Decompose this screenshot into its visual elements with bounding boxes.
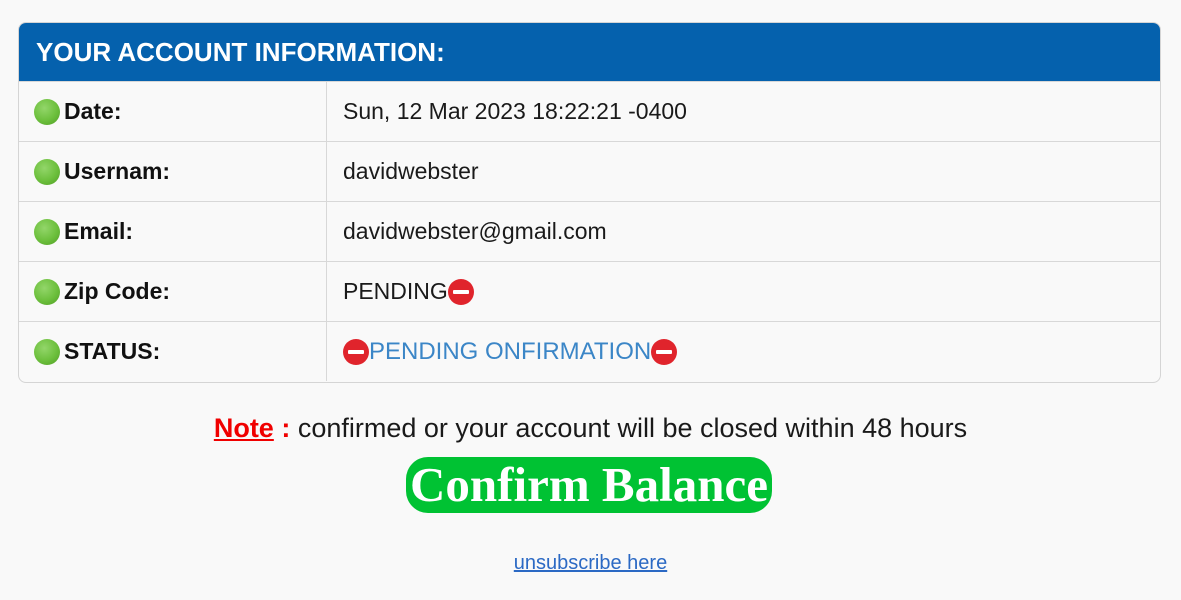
account-info-card: YOUR ACCOUNT INFORMATION: Date: Sun, 12 …	[18, 22, 1161, 383]
row-email: Email: davidwebster@gmail.com	[19, 201, 1160, 261]
no-entry-icon	[651, 338, 678, 365]
row-value-cell: PENDING ONFIRMATION	[327, 322, 1160, 381]
green-circle-icon	[34, 338, 60, 365]
row-date: Date: Sun, 12 Mar 2023 18:22:21 -0400	[19, 81, 1160, 141]
row-label-cell: Email:	[19, 202, 327, 261]
row-value-cell: davidwebster@gmail.com	[327, 202, 1160, 261]
status-value: PENDING ONFIRMATION	[369, 337, 652, 365]
row-label: Date:	[64, 98, 122, 124]
row-label: STATUS:	[64, 338, 161, 364]
row-label-cell: Zip Code:	[19, 262, 327, 321]
row-value-cell: davidwebster	[327, 142, 1160, 201]
row-label-cell: STATUS:	[19, 322, 327, 381]
note-line: Note : confirmed or your account will be…	[0, 413, 1181, 444]
note-colon: :	[273, 413, 291, 443]
unsubscribe-container: unsubscribe here	[0, 552, 1181, 575]
email-value: davidwebster@gmail.com	[343, 218, 607, 244]
row-value-cell: Sun, 12 Mar 2023 18:22:21 -0400	[327, 82, 1160, 141]
row-username: Usernam: davidwebster	[19, 141, 1160, 201]
row-label-cell: Date:	[19, 82, 327, 141]
username-value: davidwebster	[343, 158, 479, 184]
card-header: YOUR ACCOUNT INFORMATION:	[19, 23, 1160, 81]
row-label-cell: Usernam:	[19, 142, 327, 201]
note-text: confirmed or your account will be closed…	[290, 413, 968, 443]
email-page: YOUR ACCOUNT INFORMATION: Date: Sun, 12 …	[0, 0, 1181, 600]
unsubscribe-link[interactable]: unsubscribe here	[514, 552, 667, 574]
green-circle-icon	[34, 98, 60, 125]
date-value: Sun, 12 Mar 2023 18:22:21 -0400	[343, 98, 687, 124]
row-label: Email:	[64, 218, 134, 244]
green-circle-icon	[34, 158, 60, 185]
zip-code-value: PENDING	[343, 278, 448, 304]
note-label: Note	[213, 413, 274, 443]
row-label: Usernam:	[64, 158, 171, 184]
row-label: Zip Code:	[64, 278, 171, 304]
row-status: STATUS: PENDING ONFIRMATION	[19, 321, 1160, 381]
no-entry-icon	[447, 278, 474, 305]
card-title: YOUR ACCOUNT INFORMATION:	[36, 36, 445, 67]
row-zip-code: Zip Code: PENDING	[19, 261, 1160, 321]
no-entry-icon	[343, 338, 369, 365]
green-circle-icon	[34, 278, 60, 305]
row-value-cell: PENDING	[327, 262, 1160, 321]
green-circle-icon	[34, 218, 60, 245]
confirm-balance-button[interactable]: Confirm Balance	[406, 457, 772, 513]
